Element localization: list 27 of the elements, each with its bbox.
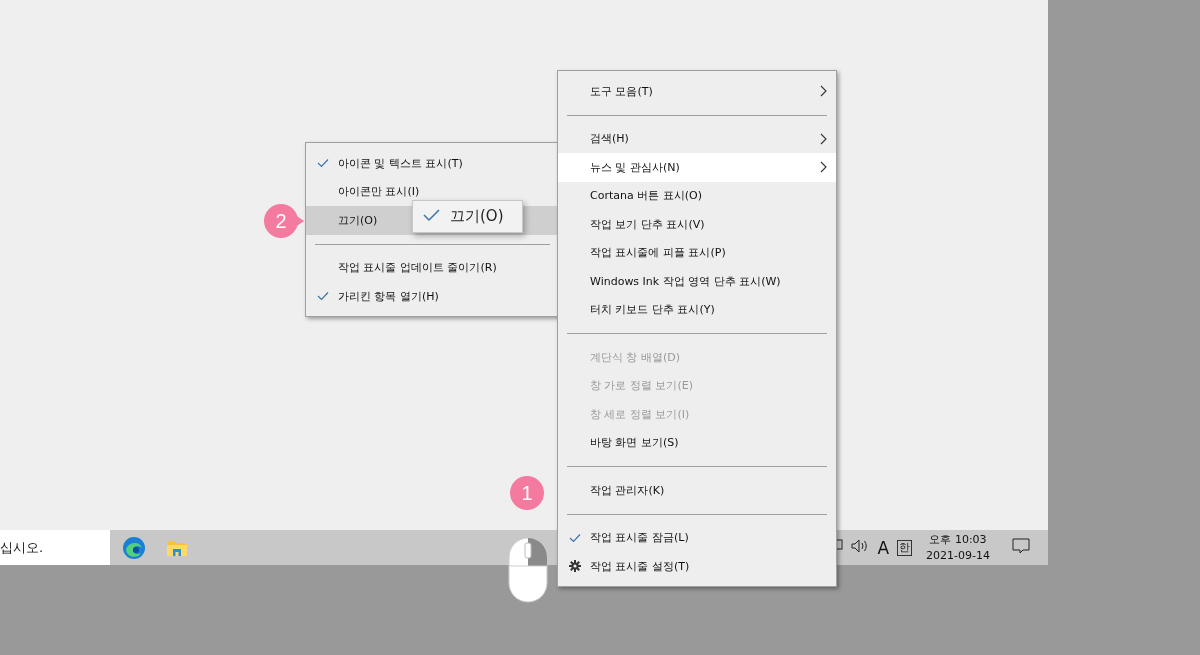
menu-item[interactable]: Windows Ink 작업 영역 단추 표시(W) xyxy=(558,267,836,296)
menu-item[interactable]: 아이콘만 표시(I) xyxy=(306,177,559,206)
clock-date[interactable]: 2021-09-14 xyxy=(926,547,990,564)
search-field[interactable]: 십시오. xyxy=(0,530,110,565)
menu-item[interactable]: 검색(H) xyxy=(558,124,836,153)
menu-item[interactable]: 작업 표시줄에 피플 표시(P) xyxy=(558,238,836,267)
ime-indicator[interactable]: 한 xyxy=(897,539,913,556)
chevron-icon xyxy=(820,132,827,145)
menu-item[interactable]: 작업 보기 단추 표시(V) xyxy=(558,210,836,239)
menu-item[interactable]: 작업 표시줄 설정(T) xyxy=(558,552,836,581)
browser-icon[interactable] xyxy=(122,535,146,560)
menu-item[interactable]: 작업 표시줄 업데이트 줄이기(R) xyxy=(306,253,559,282)
menu-item[interactable]: 작업 표시줄 잠금(L) xyxy=(558,523,836,552)
gear-icon xyxy=(569,560,581,573)
menu-item[interactable]: 바탕 화면 보기(S) xyxy=(558,428,836,457)
menu-item[interactable]: 뉴스 및 관심사(N) xyxy=(558,153,836,182)
chevron-icon xyxy=(820,161,827,174)
menu-item[interactable]: 아이콘 및 텍스트 표시(T) xyxy=(306,149,559,178)
clock-time[interactable]: 오후 10:03 xyxy=(929,531,987,548)
popup-label: 끄기(O) xyxy=(450,207,504,226)
input-indicator[interactable]: A xyxy=(877,537,890,558)
menu-item[interactable]: 가리킨 항목 열기(H) xyxy=(306,282,559,311)
menu-item[interactable]: 터치 키보드 단추 표시(Y) xyxy=(558,295,836,324)
menu-item[interactable]: 작업 관리자(K) xyxy=(558,476,836,505)
menu-item[interactable]: Cortana 버튼 표시(O) xyxy=(558,181,836,210)
menu-item[interactable]: 도구 모음(T) xyxy=(558,77,836,106)
chevron-icon xyxy=(820,85,827,98)
